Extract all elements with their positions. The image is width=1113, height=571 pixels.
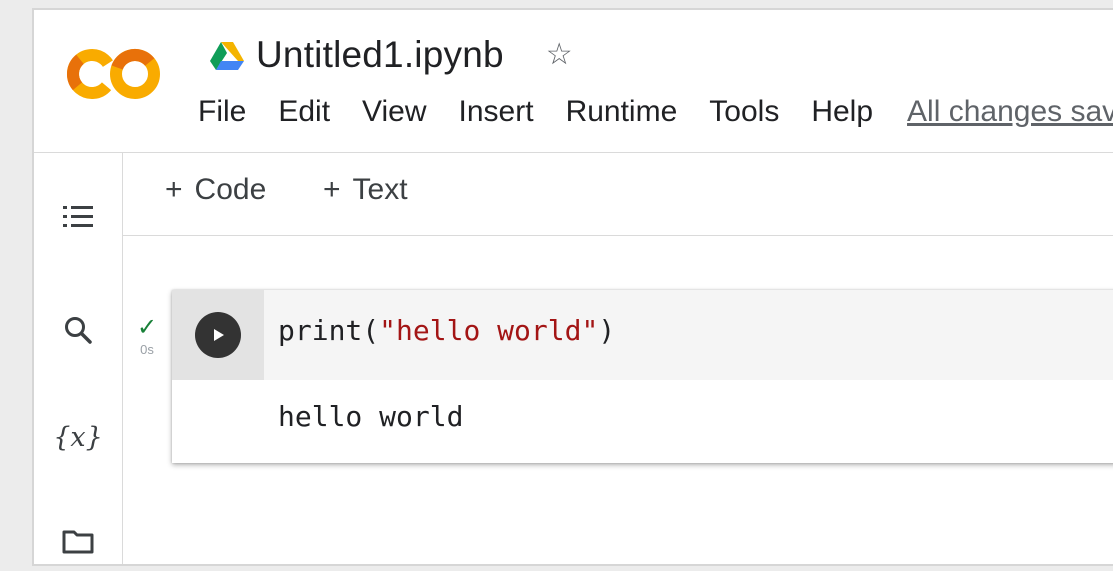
plus-icon: + [323, 173, 341, 206]
play-icon [214, 329, 224, 341]
checkmark-icon: ✓ [136, 314, 158, 341]
execution-time: 0s [140, 342, 154, 357]
variables-icon[interactable]: {x} [53, 415, 103, 459]
code-editor[interactable]: print("hello world") [278, 314, 615, 347]
add-text-label: Text [352, 173, 408, 206]
add-code-label: Code [194, 173, 267, 206]
variables-label: {x} [53, 421, 103, 453]
folder-icon[interactable] [56, 519, 100, 563]
menu-file[interactable]: File [198, 95, 262, 129]
notebook-header: Untitled1.ipynb ☆ File Edit View Insert … [34, 10, 1113, 153]
title-row: Untitled1.ipynb ☆ [210, 30, 573, 80]
menu-tools[interactable]: Tools [693, 95, 795, 129]
colab-logo[interactable] [64, 42, 164, 106]
menu-edit[interactable]: Edit [262, 95, 346, 129]
menu-view[interactable]: View [346, 95, 442, 129]
code-cell[interactable]: print("hello world") hello world [172, 290, 1113, 463]
code-string: "hello world" [379, 314, 599, 347]
menu-insert[interactable]: Insert [443, 95, 550, 129]
notebook-title[interactable]: Untitled1.ipynb [256, 34, 504, 76]
cell-output: hello world [278, 400, 464, 433]
execution-status: ✓ 0s [134, 314, 160, 358]
menu-bar: File Edit View Insert Runtime Tools Help… [198, 88, 1113, 136]
menu-runtime[interactable]: Runtime [550, 95, 694, 129]
colab-window: Untitled1.ipynb ☆ File Edit View Insert … [32, 8, 1113, 566]
save-status-link[interactable]: All changes saved [889, 95, 1113, 129]
search-icon[interactable] [56, 308, 100, 352]
plus-icon: + [165, 173, 183, 206]
cell-gutter [172, 290, 264, 380]
menu-help[interactable]: Help [795, 95, 889, 129]
table-of-contents-icon[interactable] [56, 195, 100, 239]
add-code-button[interactable]: + Code [165, 173, 266, 207]
code-close-paren: ) [598, 314, 616, 347]
cell-input-area[interactable]: print("hello world") [172, 290, 1113, 380]
google-drive-icon[interactable] [210, 40, 244, 70]
left-sidebar: {x} [34, 153, 123, 564]
star-outline-icon[interactable]: ☆ [546, 40, 573, 70]
run-cell-button[interactable] [195, 312, 241, 358]
notebook-toolbar: + Code + Text [123, 153, 1113, 236]
add-text-button[interactable]: + Text [323, 173, 408, 207]
code-function: print( [278, 314, 380, 347]
